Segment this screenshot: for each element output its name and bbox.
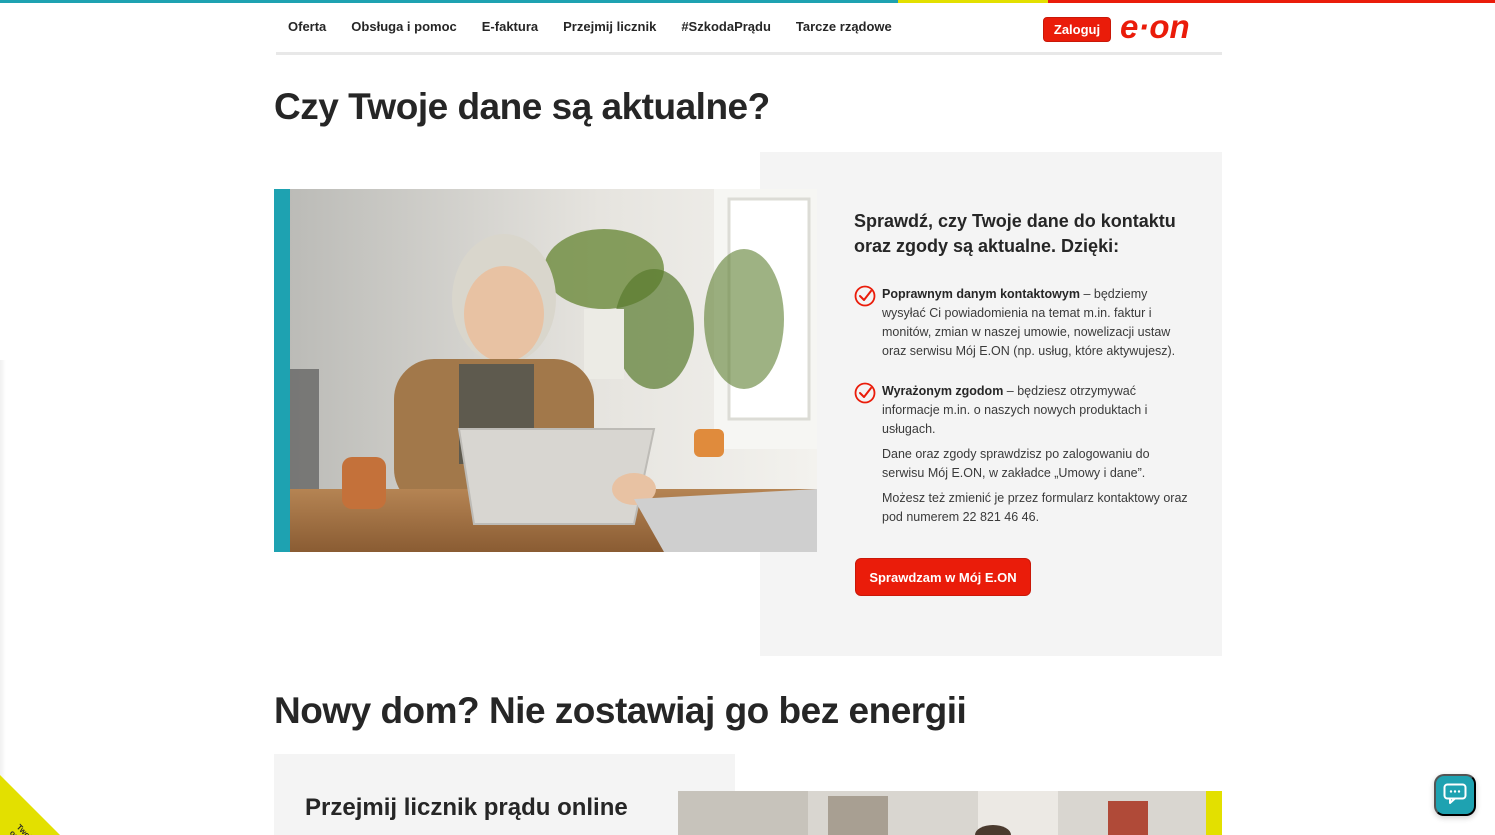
benefit-bold: Poprawnym danym kontaktowym: [882, 287, 1080, 301]
nav-list: Oferta Obsługa i pomoc E-faktura Przejmi…: [288, 19, 917, 34]
color-bar-turquoise: [0, 0, 898, 3]
svg-text:e·on: e·on: [1120, 8, 1190, 45]
left-edge-shadow: [0, 360, 6, 835]
benefit-text: Wyrażonym zgodom – będziesz otrzymywać i…: [882, 382, 1192, 439]
photo-accent-bar: [274, 189, 290, 552]
card-title: Przejmij licznik prądu online: [305, 794, 628, 821]
photo2-illustration: [678, 791, 1222, 835]
info-paragraph: Możesz też zmienić je przez formularz ko…: [882, 491, 1188, 524]
nav-item-przejmij-licznik[interactable]: Przejmij licznik: [563, 19, 656, 34]
benefit-bold: Wyrażonym zgodom: [882, 384, 1004, 398]
nav-item-tarcze-rzadowe[interactable]: Tarcze rządowe: [796, 19, 892, 34]
photo-new-home: [678, 791, 1222, 835]
photo-woman-tablet: [274, 189, 817, 552]
chat-icon: [1443, 783, 1467, 808]
benefit-text: Poprawnym danym kontaktowym – będziemy w…: [882, 285, 1192, 361]
info-paragraph: Dane oraz zgody sprawdzisz po zalogowani…: [882, 447, 1150, 480]
nav-item-obsluga[interactable]: Obsługa i pomoc: [351, 19, 456, 34]
check-circle-icon: [854, 285, 876, 307]
feedback-tab[interactable]: Twoja opinia: [0, 775, 60, 835]
login-button[interactable]: Zaloguj: [1043, 17, 1111, 42]
color-bar-red: [1048, 0, 1495, 3]
panel-title: Sprawdź, czy Twoje dane do kontaktu oraz…: [854, 211, 1176, 256]
check-in-moj-eon-button[interactable]: Sprawdzam w Mój E.ON: [855, 558, 1031, 596]
nav-item-oferta[interactable]: Oferta: [288, 19, 326, 34]
brand-color-bar: [0, 0, 1495, 3]
section-heading-new-home: Nowy dom? Nie zostawiaj go bez energii: [274, 690, 967, 731]
nav-item-e-faktura[interactable]: E-faktura: [482, 19, 538, 34]
section-heading-data: Czy Twoje dane są aktualne?: [274, 86, 770, 127]
check-circle-icon: [854, 382, 876, 404]
chat-button[interactable]: [1434, 774, 1476, 816]
nav-divider: [276, 52, 1222, 55]
nav-item-szkoda-pradu[interactable]: #SzkodaPrądu: [681, 19, 771, 34]
photo-illustration: [274, 189, 817, 552]
color-bar-yellow: [898, 0, 1048, 3]
eon-logo[interactable]: e·on: [1120, 8, 1210, 48]
